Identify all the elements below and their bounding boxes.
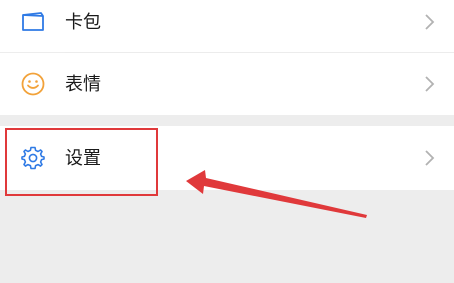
annotation-arrow-icon <box>186 170 367 218</box>
